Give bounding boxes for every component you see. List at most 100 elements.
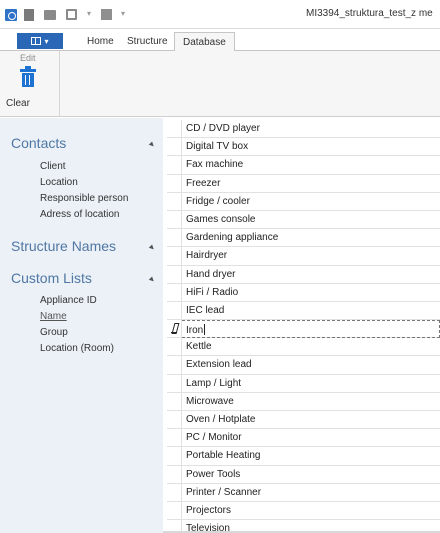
row-label: PC / Monitor [186, 432, 242, 444]
sidebar-item-adress-of-location[interactable]: Adress of location [40, 209, 120, 220]
row-selector[interactable] [167, 301, 182, 320]
row-selector[interactable] [167, 174, 182, 192]
row-selector[interactable] [167, 210, 182, 229]
row-selector[interactable] [167, 229, 182, 247]
table-row[interactable]: Iron [167, 320, 440, 339]
row-selector[interactable] [167, 192, 182, 210]
table-row[interactable]: Hand dryer [167, 265, 440, 284]
sidebar-item-appliance-id[interactable]: Appliance ID [40, 295, 97, 306]
row-label: CD / DVD player [186, 123, 260, 134]
row-selector[interactable] [167, 356, 182, 374]
sidebar-item-responsible-person[interactable]: Responsible person [40, 193, 128, 204]
row-selector[interactable] [167, 156, 182, 174]
save-icon[interactable] [66, 9, 77, 20]
row-label: Oven / Hotplate [186, 414, 256, 425]
table-row[interactable]: Freezer [167, 174, 440, 193]
table-row[interactable]: Printer / Scanner [167, 483, 440, 502]
dropdown-caret-icon[interactable]: ▾ [87, 9, 91, 18]
tab-structure[interactable]: Structure [127, 36, 168, 47]
table-row[interactable]: Hairdryer [167, 247, 440, 266]
table-row[interactable]: Games console [167, 210, 440, 230]
row-selector[interactable] [167, 138, 182, 156]
collapse-arrow-icon[interactable]: ▼ [146, 242, 158, 254]
table-row[interactable]: Projectors [167, 501, 440, 521]
row-selector[interactable] [167, 411, 182, 429]
row-selector[interactable] [167, 392, 182, 410]
sidebar-item-location[interactable]: Location [40, 177, 78, 188]
sidebar-item-group[interactable]: Group [40, 327, 68, 338]
row-selector[interactable] [167, 338, 182, 356]
clear-button-label: Clear [6, 98, 30, 109]
collapse-arrow-icon[interactable]: ▼ [146, 274, 158, 286]
row-selector[interactable] [167, 283, 182, 301]
row-label: Projectors [186, 504, 232, 516]
row-selector[interactable] [167, 120, 182, 138]
app-icon[interactable] [5, 9, 17, 21]
edit-group-label: Edit [20, 53, 36, 63]
pencil-icon [170, 323, 179, 334]
row-edit-field[interactable]: Iron [182, 320, 440, 339]
table-row[interactable]: Gardening appliance [167, 229, 440, 248]
window-title: MI3394_struktura_test_z me [306, 8, 433, 19]
row-label: Hand dryer [186, 268, 236, 280]
sidebar-item-client[interactable]: Client [40, 161, 66, 172]
row-label: Fax machine [186, 159, 244, 171]
text-cursor [204, 324, 206, 336]
new-document-icon[interactable] [24, 9, 34, 21]
row-label: IEC lead [186, 304, 225, 316]
row-label: Extension lead [186, 359, 252, 371]
table-row[interactable]: PC / Monitor [167, 429, 440, 448]
row-selector[interactable] [167, 501, 182, 520]
row-label: Digital TV box [186, 141, 249, 153]
row-selector[interactable] [167, 483, 182, 501]
open-folder-icon[interactable] [44, 10, 56, 20]
table-row[interactable]: Oven / Hotplate [167, 411, 440, 430]
dropdown-caret-icon[interactable]: ▾ [121, 9, 125, 18]
section-contacts[interactable]: Contacts [11, 135, 66, 151]
table-row[interactable]: Extension lead [167, 356, 440, 375]
table-row[interactable]: IEC lead [167, 301, 440, 321]
table-row[interactable]: HiFi / Radio [167, 283, 440, 302]
row-selector[interactable] [167, 320, 182, 338]
print-icon[interactable] [101, 9, 112, 20]
row-selector[interactable] [167, 429, 182, 447]
table-row[interactable]: Microwave [167, 392, 440, 411]
section-custom-lists[interactable]: Custom Lists [11, 270, 92, 286]
row-label: Fridge / cooler [186, 195, 250, 207]
table-row[interactable]: Fridge / cooler [167, 192, 440, 211]
row-label: Hairdryer [186, 250, 228, 262]
row-label: Kettle [186, 341, 212, 353]
row-label: Portable Heating [186, 450, 261, 462]
table-row[interactable]: Fax machine [167, 156, 440, 175]
row-label: Freezer [186, 177, 221, 189]
section-structure-names[interactable]: Structure Names [11, 238, 116, 254]
custom-list-table: CD / DVD player Digital TV box Fax machine… [167, 120, 440, 533]
row-label: Games console [186, 213, 256, 225]
table-row[interactable]: Lamp / Light [167, 374, 440, 393]
row-selector[interactable] [167, 247, 182, 265]
row-label: Microwave [186, 395, 234, 407]
row-label: Power Tools [186, 468, 241, 480]
table-row[interactable]: Kettle [167, 338, 440, 357]
row-label: Lamp / Light [186, 377, 242, 389]
row-label: HiFi / Radio [186, 286, 239, 298]
table-row[interactable]: Power Tools [167, 465, 440, 484]
row-selector[interactable] [167, 374, 182, 392]
row-selector[interactable] [167, 465, 182, 483]
sidebar: Contacts ▼ Client Location Responsible p… [0, 118, 163, 533]
collapse-arrow-icon[interactable]: ▼ [146, 139, 158, 151]
clear-button[interactable]: Clear [0, 63, 58, 113]
tab-database[interactable]: Database [174, 32, 235, 52]
table-row[interactable]: Digital TV box [167, 138, 440, 157]
row-selector[interactable] [167, 447, 182, 465]
table-row[interactable]: CD / DVD player [167, 120, 440, 139]
tab-home[interactable]: Home [87, 36, 114, 47]
sidebar-item-location-room[interactable]: Location (Room) [40, 343, 114, 354]
ribbon-panel: Edit Clear [0, 51, 440, 117]
edit-group: Edit Clear [0, 51, 60, 117]
row-selector[interactable] [167, 265, 182, 283]
sidebar-item-name[interactable]: Name [40, 311, 67, 322]
table-row[interactable]: Portable Heating [167, 447, 440, 466]
file-menu-button[interactable]: ▾ [17, 33, 63, 49]
trash-icon [20, 66, 36, 89]
